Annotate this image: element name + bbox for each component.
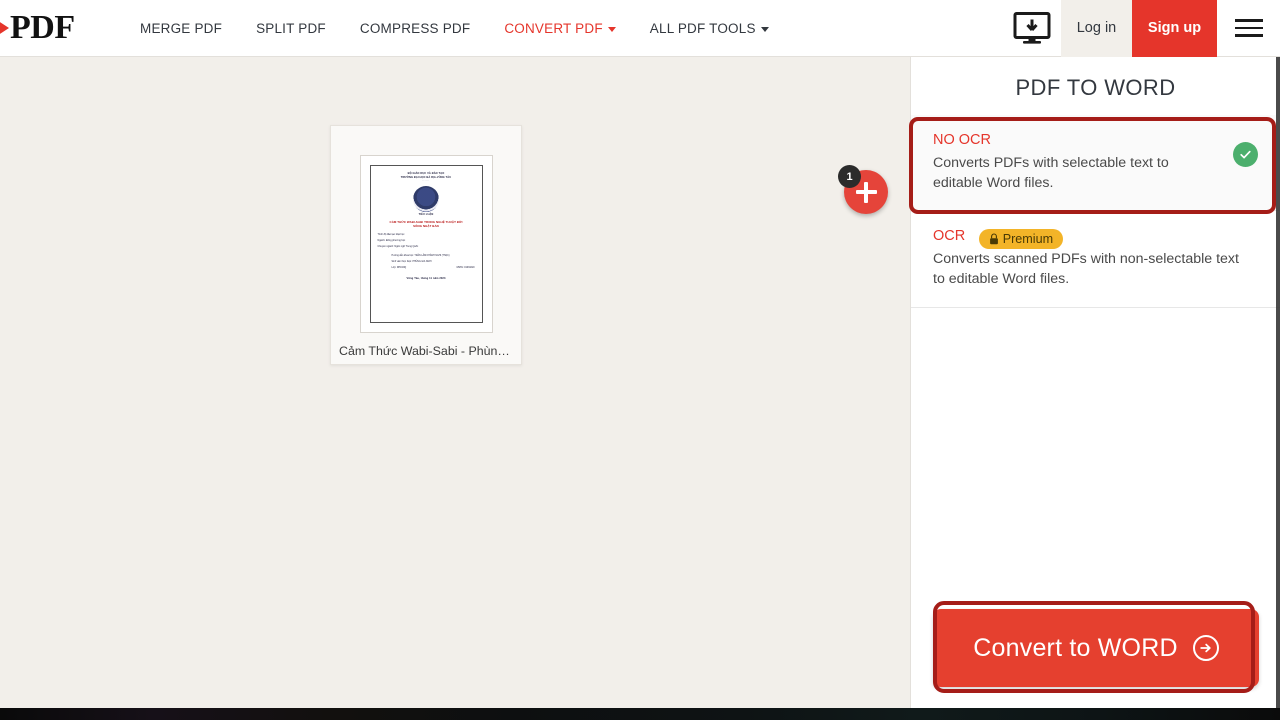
site-header: PDF MERGE PDF SPLIT PDF COMPRESS PDF CON… (0, 0, 1280, 57)
burger-bar (1234, 26, 1263, 30)
option-label: OCR (933, 228, 966, 245)
page-title: PDF TO WORD (1015, 75, 1176, 100)
monitor-download-icon (1013, 12, 1051, 44)
doc-meta-level: Trình độ đào tạo: Đại học (377, 232, 405, 236)
nav-item-all-pdf-tools[interactable]: ALL PDF TOOLS (633, 21, 786, 36)
option-label-row: OCR Premium (933, 228, 1246, 249)
nav-item-merge-pdf[interactable]: MERGE PDF (123, 21, 239, 36)
tool-options-panel: PDF TO WORD NO OCR Converts PDFs with se… (910, 57, 1280, 708)
lock-icon (989, 233, 998, 244)
hamburger-menu-icon[interactable] (1217, 0, 1280, 57)
doc-meta-block-2: Hướng dẫn khoa học: TRẦN LÂM KHÁNH NGHI … (392, 255, 475, 270)
doc-meta-advisor: Hướng dẫn khoa học: TRẦN LÂM KHÁNH NGHI … (391, 255, 450, 258)
arrow-right-circle-icon (1192, 635, 1219, 661)
doc-meta-specialty: Chuyên ngành: Ngôn ngữ Trung Quốc (377, 244, 419, 248)
desktop-app-download-button[interactable] (1003, 0, 1061, 57)
premium-badge-label: Premium (1002, 231, 1054, 246)
plus-icon (864, 181, 868, 203)
convert-to-word-button[interactable]: Convert to WORD (933, 609, 1259, 687)
option-body: OCR Premium Converts scanned PDFs with n… (933, 228, 1258, 289)
file-thumbnail-card[interactable]: BỘ GIÁO DỤC VÀ ĐÀO TẠO TRƯỜNG ĐẠI HỌC BÀ… (330, 125, 522, 365)
arrow-right-icon (1200, 643, 1211, 653)
option-label-row: NO OCR (933, 132, 1221, 153)
logo[interactable]: PDF (0, 0, 88, 57)
page-root: PDF MERGE PDF SPLIT PDF COMPRESS PDF CON… (0, 0, 1280, 720)
doc-dots: ...... (422, 179, 430, 182)
premium-badge: Premium (978, 229, 1064, 249)
file-name-label: Cảm Thức Wabi-Sabi - Phùng .. (339, 344, 515, 358)
option-ocr[interactable]: OCR Premium Converts scanned PDFs with n… (911, 211, 1280, 306)
doc-meta-major: Ngành: Đông phương học (377, 238, 406, 242)
signup-button[interactable]: Sign up (1132, 0, 1217, 57)
document-page-preview: BỘ GIÁO DỤC VÀ ĐÀO TẠO TRƯỜNG ĐẠI HỌC BÀ… (369, 165, 483, 323)
nav-item-convert-pdf[interactable]: CONVERT PDF (487, 21, 632, 36)
nav-item-label: MERGE PDF (140, 20, 223, 36)
burger-bar (1234, 19, 1263, 22)
doc-meta-class: Lớp: DH19NQ (391, 266, 407, 269)
play-arrow-icon (0, 17, 9, 39)
nav-item-split-pdf[interactable]: SPLIT PDF (239, 21, 343, 36)
logo-text: PDF (10, 9, 75, 46)
nav-item-label: COMPRESS PDF (359, 20, 471, 36)
option-description: Converts scanned PDFs with non-selectabl… (933, 251, 1239, 288)
header-actions: Log in Sign up (1003, 0, 1280, 57)
option-body: NO OCR Converts PDFs with selectable tex… (933, 132, 1233, 193)
doc-meta-student: Sinh viên thực hiện: PHÙNG GIA NGHI (391, 260, 432, 263)
nav-item-label: ALL PDF TOOLS (649, 20, 756, 36)
chevron-down-icon (607, 26, 616, 32)
doc-footer-place-date: Vũng Tàu, tháng 11 năm 2023 (406, 277, 446, 281)
option-no-ocr[interactable]: NO OCR Converts PDFs with selectable tex… (911, 115, 1280, 211)
burger-bar (1234, 34, 1263, 37)
option-description: Converts PDFs with selectable text to ed… (933, 155, 1169, 192)
doc-meta-block-1: Trình độ đào tạo: Đại học Ngành: Đông ph… (378, 233, 475, 249)
convert-button-label: Convert to WORD (973, 633, 1178, 662)
doc-meta-studentid: MSSV: 19031620 (456, 266, 475, 269)
nav-item-label: SPLIT PDF (256, 20, 326, 36)
ocr-option-list: NO OCR Converts PDFs with selectable tex… (911, 115, 1280, 308)
thumbnail-preview: BỘ GIÁO DỤC VÀ ĐÀO TẠO TRƯỜNG ĐẠI HỌC BÀ… (359, 155, 493, 333)
file-count-badge: 1 (838, 165, 861, 188)
university-seal-icon (413, 186, 439, 213)
login-button[interactable]: Log in (1061, 0, 1132, 57)
check-icon (1240, 150, 1251, 159)
chevron-down-icon (760, 26, 769, 32)
nav-item-compress-pdf[interactable]: COMPRESS PDF (343, 21, 487, 36)
check-circle-icon (1233, 142, 1258, 167)
option-label: NO OCR (933, 132, 991, 148)
bottom-edge-strip (0, 708, 1280, 720)
nav-item-label: CONVERT PDF (504, 20, 603, 36)
main-nav: MERGE PDF SPLIT PDF COMPRESS PDF CONVERT… (123, 21, 786, 36)
file-workspace: BỘ GIÁO DỤC VÀ ĐÀO TẠO TRƯỜNG ĐẠI HỌC BÀ… (0, 57, 910, 708)
doc-title-line-2: SỐNG NHẬT BẢN (413, 224, 439, 229)
option-divider (911, 306, 1280, 308)
page-scrollbar[interactable] (1276, 57, 1280, 708)
